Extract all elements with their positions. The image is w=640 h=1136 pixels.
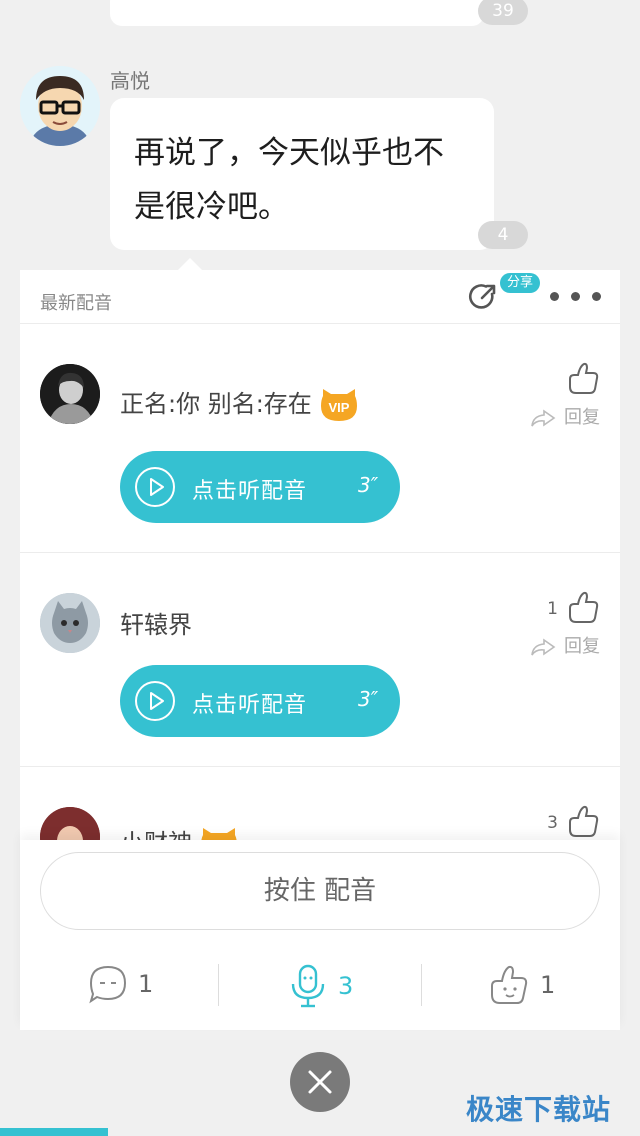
reply-arrow-icon <box>531 409 556 427</box>
play-label: 点击听配音 <box>192 479 308 504</box>
play-icon <box>135 681 175 721</box>
like-total: 1 <box>540 971 556 999</box>
dub-stat[interactable]: 3 <box>288 964 353 1008</box>
person-avatar-icon <box>40 364 100 424</box>
reply-label: 回复 <box>564 407 600 428</box>
reply-count-badge[interactable]: 4 <box>478 221 528 249</box>
more-options-icon[interactable] <box>550 289 602 303</box>
previous-message-bubble[interactable] <box>110 0 484 26</box>
vip-badge-icon: VIP <box>320 389 357 421</box>
watermark: 极速下载站 <box>466 1093 612 1126</box>
like-stat[interactable]: 1 <box>488 964 555 1008</box>
svg-text:VIP: VIP <box>328 400 349 415</box>
like-icon[interactable] <box>566 591 600 625</box>
divider <box>218 964 219 1006</box>
user-name-text: 正名:你 别名:存在 <box>120 390 312 418</box>
vip-badge-icon: VIP <box>201 828 237 840</box>
user-avatar[interactable] <box>40 593 100 653</box>
microphone-icon <box>291 964 325 1008</box>
panel-pointer <box>178 258 202 270</box>
hold-to-dub-button[interactable]: 按住 配音 <box>40 852 600 930</box>
bottom-action-bar: 按住 配音 1 3 1 <box>20 840 620 1030</box>
reply-button[interactable]: 回复 <box>530 403 600 429</box>
play-label: 点击听配音 <box>192 693 308 718</box>
like-icon[interactable] <box>566 362 600 396</box>
like-count: 3 <box>547 813 558 833</box>
user-avatar[interactable] <box>40 364 100 424</box>
user-name[interactable]: 轩辕界 <box>120 605 192 640</box>
like-count: 1 <box>547 599 558 619</box>
share-icon[interactable] <box>468 282 498 312</box>
share-badge[interactable]: 分享 <box>500 273 541 293</box>
user-name-text: 小财神 <box>120 829 192 840</box>
reply-count-badge[interactable]: 39 <box>478 0 528 25</box>
cat-avatar-icon <box>40 593 100 653</box>
divider <box>421 964 422 1006</box>
cartoon-avatar-icon <box>20 66 100 146</box>
close-icon <box>308 1070 332 1094</box>
panel-title: 最新配音 <box>40 293 112 314</box>
message-text: 再说了，今天似乎也不是很冷吧。 <box>134 135 444 225</box>
author-avatar[interactable] <box>20 66 100 146</box>
thumbs-up-face-icon <box>491 965 528 1004</box>
dub-count: 3 <box>338 972 354 1000</box>
like-icon[interactable] <box>566 805 600 839</box>
dub-duration: 3″ <box>358 687 379 711</box>
comment-count: 1 <box>138 970 154 998</box>
comment-bubble-icon <box>89 965 127 1004</box>
author-name: 高悦 <box>110 69 150 93</box>
reply-label: 回复 <box>564 636 600 657</box>
reply-arrow-icon <box>531 638 556 656</box>
user-avatar[interactable] <box>40 807 100 840</box>
dub-list-item: 轩辕界 1 回复 点击听配音 3″ <box>20 553 620 767</box>
play-dub-button[interactable]: 点击听配音 3″ <box>120 665 400 737</box>
dub-list-item: 正名:你 别名:存在 VIP 回复 点击听配音 3″ <box>20 324 620 553</box>
bottom-accent-bar <box>0 1128 108 1136</box>
dub-duration: 3″ <box>358 473 379 497</box>
play-icon <box>135 467 175 507</box>
user-name[interactable]: 正名:你 别名:存在 VIP <box>120 384 358 422</box>
play-dub-button[interactable]: 点击听配音 3″ <box>120 451 400 523</box>
panel-header: 最新配音 分享 <box>20 270 620 324</box>
comment-stat[interactable]: 1 <box>88 964 153 1008</box>
dub-list-item: 小财神 VIP 3 <box>20 767 620 840</box>
reply-button[interactable]: 回复 <box>530 632 600 658</box>
person-avatar-icon <box>40 807 100 840</box>
close-button[interactable] <box>290 1052 350 1112</box>
message-bubble[interactable]: 再说了，今天似乎也不是很冷吧。 <box>110 98 494 250</box>
user-name[interactable]: 小财神 VIP <box>120 823 238 840</box>
